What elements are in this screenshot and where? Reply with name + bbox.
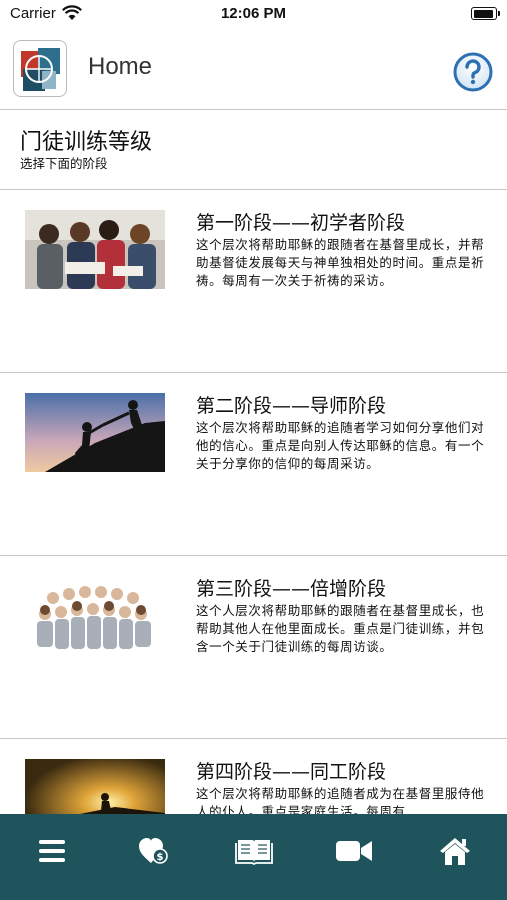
menu-icon[interactable]: [32, 834, 72, 868]
level-title: 第一阶段——初学者阶段: [196, 212, 406, 234]
nav-title: Home: [88, 53, 153, 80]
video-camera-icon[interactable]: [334, 834, 374, 868]
battery-icon: [471, 7, 500, 20]
heart-donate-icon[interactable]: $: [133, 834, 173, 868]
page-subtitle: 选择下面的阶段: [20, 156, 108, 171]
svg-text:$: $: [157, 852, 164, 863]
clock: 12:06 PM: [220, 5, 287, 22]
group-bible-study-photo: [25, 210, 165, 289]
level-row-1[interactable]: 第一阶段——初学者阶段 这个层次将帮助耶稣的跟随者在基督里成长，并帮助基督徒发展…: [0, 190, 507, 373]
level-title: 第二阶段——导师阶段: [196, 395, 387, 417]
page-title: 门徒训练等级: [20, 130, 153, 155]
level-description: 这个层次将帮助耶稣的跟随者在基督里成长，并帮助基督徒发展每天与神单独相处的时间。…: [196, 237, 485, 288]
page-header: 门徒训练等级 选择下面的阶段: [0, 110, 507, 190]
level-title: 第三阶段——倍增阶段: [196, 578, 387, 600]
app-logo-icon: [13, 40, 67, 97]
question-circle-icon[interactable]: [453, 52, 493, 92]
navigation-bar: Home: [0, 28, 507, 110]
status-bar: Carrier 12:06 PM: [0, 0, 507, 28]
crowd-of-people-photo: [25, 576, 165, 655]
level-description: 这个人层次将帮助耶稣的跟随者在基督里成长，也帮助其他人在他里面成长。重点是门徒训…: [196, 603, 485, 654]
helping-hand-climb-photo: [25, 393, 165, 472]
level-description: 这个层次将帮助耶稣的追随者学习如何分享他们对他的信心。重点是向别人传达耶稣的信息…: [196, 420, 485, 471]
level-title: 第四阶段——同工阶段: [196, 761, 387, 783]
bottom-tab-bar: $: [0, 814, 507, 900]
level-row-2[interactable]: 第二阶段——导师阶段 这个层次将帮助耶稣的追随者学习如何分享他们对他的信心。重点…: [0, 373, 507, 556]
level-row-3[interactable]: 第三阶段——倍增阶段 这个人层次将帮助耶稣的跟随者在基督里成长，也帮助其他人在他…: [0, 556, 507, 739]
home-icon[interactable]: [435, 834, 475, 868]
book-icon[interactable]: [234, 834, 274, 868]
